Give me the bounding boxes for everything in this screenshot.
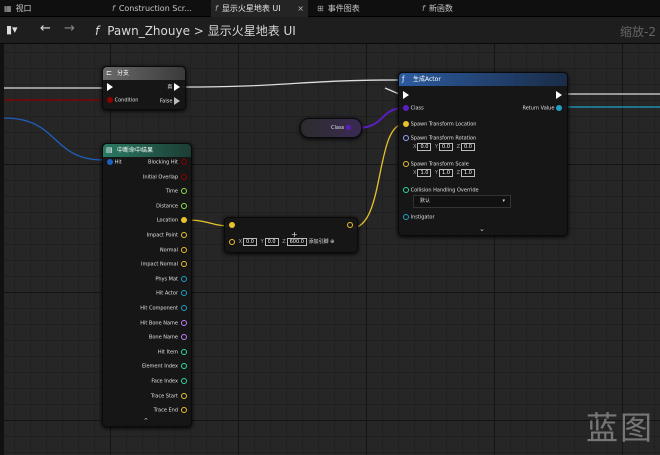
break-hit-output-impact-point[interactable]: Impact Point — [147, 232, 187, 239]
spawn-rotation-pin[interactable]: Spawn Transform Rotation — [403, 135, 476, 142]
branch-exec-in[interactable] — [107, 83, 113, 91]
spawn-actor-title: 生成Actor — [413, 76, 441, 83]
spawn-instigator-pin[interactable]: Instigator — [403, 214, 435, 221]
pin-icon — [181, 305, 187, 311]
break-hit-output-hit-actor[interactable]: Hit Actor — [156, 290, 187, 297]
scale-x-field[interactable]: 1.0 — [417, 169, 432, 177]
spawn-exec-out[interactable] — [556, 91, 562, 99]
pin-icon — [181, 275, 187, 282]
branch-icon: ⊏ — [106, 69, 112, 77]
scale-y-field[interactable]: 1.0 — [439, 169, 453, 177]
pin-icon — [181, 363, 187, 370]
break-hit-title: 中断命中结果 — [117, 147, 154, 154]
pin-icon — [181, 334, 187, 341]
pin-icon — [181, 188, 187, 195]
spawn-exec-in[interactable] — [403, 91, 409, 99]
break-hit-output-hit-component[interactable]: Hit Component — [140, 305, 187, 312]
add-x-field[interactable]: 0.0 — [243, 238, 257, 246]
branch-true-pin[interactable]: 真 — [167, 83, 180, 91]
vector-add-node[interactable]: X 0.0 Y 0.0 Z 600.0 添加引脚 ⊕ + — [224, 217, 358, 253]
pin-icon — [181, 378, 187, 384]
class-wire — [356, 107, 405, 129]
pin-icon — [181, 290, 187, 297]
break-hit-output-hit-bone-name[interactable]: Hit Bone Name — [140, 319, 187, 326]
chevron-down-icon: ▾ — [502, 198, 505, 204]
class-variable-node[interactable]: Class — [300, 118, 362, 138]
add-z-field[interactable]: 600.0 — [286, 238, 307, 246]
add-y-field[interactable]: 0.0 — [264, 238, 279, 246]
break-hit-output-location[interactable]: Location — [157, 217, 187, 224]
struct-icon: ▤ — [106, 146, 113, 154]
spawn-actor-node[interactable]: ƒ 生成Actor Class Return Value Spawn Trans… — [398, 72, 568, 236]
spawn-class-pin[interactable]: Class — [403, 105, 424, 112]
rotation-y-field[interactable]: 0.0 — [439, 143, 453, 151]
scale-z-field[interactable]: 1.0 — [461, 169, 475, 177]
add-pin-label[interactable]: 添加引脚 — [309, 239, 329, 245]
break-hit-output-phys-mat[interactable]: Phys Mat — [155, 275, 187, 282]
break-hit-output-normal[interactable]: Normal — [160, 246, 187, 253]
branch-false-pin[interactable]: False — [160, 97, 180, 105]
pin-icon — [181, 407, 187, 414]
pin-icon — [181, 246, 187, 253]
add-pin-plus-icon[interactable]: ⊕ — [330, 239, 334, 245]
break-hit-result-node[interactable]: ▤ 中断命中结果 Hit Blocking Hit Initial Overlap… — [102, 143, 192, 427]
spawn-actor-header[interactable]: ƒ 生成Actor — [399, 73, 567, 86]
break-hit-output-element-index[interactable]: Element Index — [142, 363, 187, 370]
break-hit-output-impact-normal[interactable]: Impact Normal — [141, 261, 187, 268]
branch-node-header[interactable]: ⊏ 分支 — [103, 67, 185, 80]
break-hit-output-distance[interactable]: Distance — [156, 202, 187, 209]
pin-icon — [181, 217, 187, 224]
class-variable-label: Class — [331, 125, 345, 131]
break-hit-output-time[interactable]: Time — [166, 188, 187, 195]
break-hit-output-blocking-hit[interactable]: Blocking Hit — [148, 159, 187, 166]
break-hit-input-pin[interactable]: Hit — [107, 159, 122, 166]
spawn-scale-pin[interactable]: Spawn Transform Scale — [403, 161, 469, 168]
add-input-b-pin[interactable]: X 0.0 Y 0.0 Z 600.0 添加引脚 ⊕ — [229, 238, 334, 246]
pin-icon — [181, 261, 187, 268]
spawn-return-value-pin[interactable]: Return Value — [522, 105, 562, 112]
collapse-chevron-icon[interactable]: ⌃ — [143, 417, 149, 425]
class-variable-out-pin[interactable] — [345, 125, 351, 130]
break-hit-header[interactable]: ▤ 中断命中结果 — [103, 144, 191, 157]
pin-icon — [181, 159, 187, 165]
add-output-pin[interactable] — [347, 222, 353, 229]
pin-icon — [181, 202, 187, 209]
branch-condition-pin[interactable]: Condition — [107, 97, 138, 104]
break-hit-output-hit-item[interactable]: Hit Item — [158, 348, 187, 355]
rotation-z-field[interactable]: 0.0 — [461, 143, 475, 151]
add-input-a-pin[interactable] — [229, 222, 235, 229]
pin-icon — [181, 319, 187, 326]
break-hit-output-face-index[interactable]: Face Index — [151, 378, 187, 385]
spawn-scale-fields: X 1.0 Y 1.0 Z 1.0 — [411, 169, 475, 177]
struct-wire-hit — [3, 117, 105, 161]
break-hit-output-trace-start[interactable]: Trace Start — [151, 392, 187, 399]
spawn-rotation-fields: X 0.0 Y 0.0 Z 0.0 — [411, 143, 475, 151]
function-icon: ƒ — [402, 75, 405, 83]
branch-title: 分支 — [117, 70, 130, 77]
spawn-location-pin[interactable]: Spawn Transform Location — [403, 121, 476, 128]
break-hit-output-bone-name[interactable]: Bone Name — [149, 334, 187, 341]
rotation-x-field[interactable]: 0.0 — [417, 143, 432, 151]
expand-chevron-icon[interactable]: ⌄ — [479, 225, 485, 233]
pin-icon — [181, 173, 187, 180]
watermark-logo: 蓝图 — [585, 409, 654, 447]
branch-node[interactable]: ⊏ 分支 真 Condition False — [102, 66, 186, 110]
vector-wire-add-to-spawn — [351, 123, 405, 229]
collision-dropdown[interactable]: 默认 ▾ — [413, 195, 511, 208]
pin-icon — [181, 232, 187, 238]
add-operator-icon: + — [291, 230, 298, 239]
pin-icon — [181, 348, 187, 355]
break-hit-output-trace-end[interactable]: Trace End — [154, 407, 187, 414]
break-hit-output-initial-overlap[interactable]: Initial Overlap — [143, 173, 187, 180]
exec-wire-branch-to-spawn — [181, 79, 400, 95]
pin-icon — [181, 392, 187, 399]
